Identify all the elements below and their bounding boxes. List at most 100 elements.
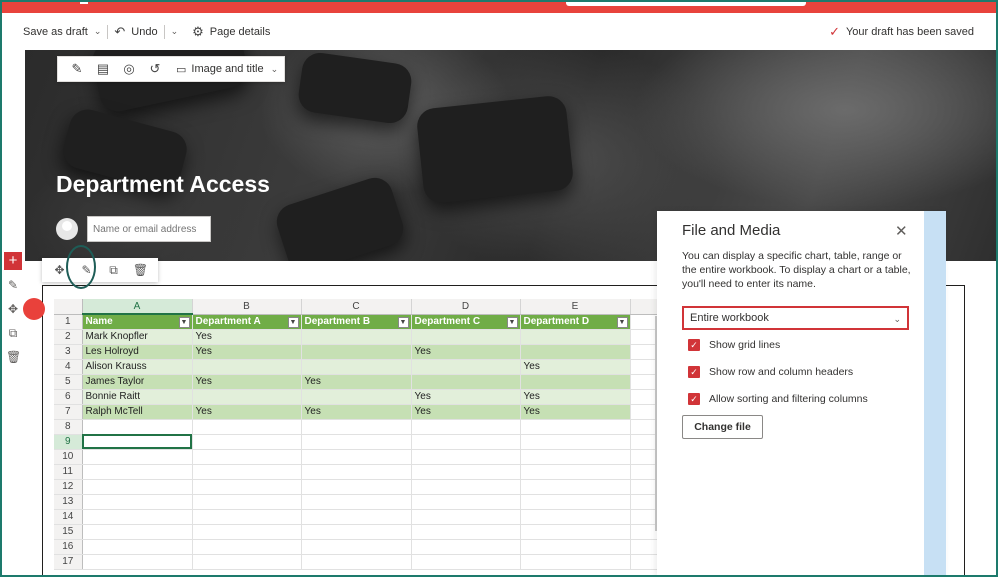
table-header-cell[interactable]: Name ▼ — [82, 314, 193, 330]
reset-icon[interactable]: ↺ — [142, 61, 168, 77]
filter-dropdown-icon[interactable]: ▼ — [506, 316, 518, 328]
cell[interactable] — [301, 494, 412, 510]
row-header[interactable]: 5 — [54, 374, 83, 390]
cell[interactable]: James Taylor — [82, 374, 193, 390]
table-header-cell[interactable]: Department A ▼ — [192, 314, 302, 330]
table-header-cell[interactable]: Department B ▼ — [301, 314, 412, 330]
active-cell[interactable] — [82, 434, 193, 450]
cell[interactable] — [411, 479, 521, 495]
edit-icon[interactable]: ✎ — [64, 61, 90, 77]
spreadsheet-grid[interactable]: A B C D E 1 Name ▼ Department A ▼ Departme… — [54, 299, 671, 570]
cell[interactable] — [520, 419, 631, 435]
cell[interactable] — [82, 509, 193, 525]
row-header[interactable]: 13 — [54, 494, 83, 510]
cell[interactable] — [411, 419, 521, 435]
cell[interactable]: Yes — [520, 389, 631, 405]
show-grid-lines-checkbox[interactable]: ✓ Show grid lines — [688, 339, 780, 351]
author-name-input[interactable] — [87, 216, 211, 242]
cell[interactable] — [82, 554, 193, 570]
cell[interactable] — [411, 509, 521, 525]
cell[interactable] — [520, 374, 631, 390]
cell[interactable]: Yes — [192, 329, 302, 345]
row-header[interactable]: 10 — [54, 449, 83, 465]
cell[interactable] — [520, 449, 631, 465]
cell[interactable]: Yes — [411, 389, 521, 405]
checkbox-checked-icon[interactable]: ✓ — [688, 393, 700, 405]
cell[interactable]: Yes — [192, 344, 302, 360]
cell[interactable] — [301, 509, 412, 525]
select-all-corner[interactable] — [54, 299, 83, 315]
row-header[interactable]: 11 — [54, 464, 83, 480]
cell[interactable] — [520, 434, 631, 450]
edit-section-icon[interactable]: ✎ — [6, 278, 20, 292]
checkbox-checked-icon[interactable]: ✓ — [688, 366, 700, 378]
table-header-cell[interactable]: Department D ▼ — [520, 314, 631, 330]
page-title[interactable]: Department Access — [56, 171, 270, 198]
cell[interactable]: Yes — [301, 374, 412, 390]
checkbox-checked-icon[interactable]: ✓ — [688, 339, 700, 351]
cell[interactable] — [411, 359, 521, 375]
row-header[interactable]: 15 — [54, 524, 83, 540]
cell[interactable]: Ralph McTell — [82, 404, 193, 420]
cell[interactable] — [520, 554, 631, 570]
cell[interactable] — [82, 494, 193, 510]
filter-dropdown-icon[interactable]: ▼ — [287, 316, 299, 328]
cell[interactable] — [301, 329, 412, 345]
cell[interactable] — [301, 464, 412, 480]
cell[interactable] — [192, 524, 302, 540]
cell[interactable] — [411, 554, 521, 570]
row-header[interactable]: 1 — [54, 314, 83, 330]
cell[interactable] — [192, 389, 302, 405]
cell[interactable]: Les Holroyd — [82, 344, 193, 360]
cell[interactable]: Yes — [192, 374, 302, 390]
row-header[interactable]: 7 — [54, 404, 83, 420]
cell[interactable] — [192, 554, 302, 570]
cell[interactable] — [411, 539, 521, 555]
focal-point-icon[interactable]: ◎ — [116, 61, 142, 77]
cell[interactable] — [301, 554, 412, 570]
change-image-icon[interactable]: ▤ — [90, 61, 116, 77]
change-file-button[interactable]: Change file — [682, 415, 763, 439]
cell[interactable]: Bonnie Raitt — [82, 389, 193, 405]
cell[interactable] — [520, 524, 631, 540]
cell[interactable] — [301, 359, 412, 375]
close-icon[interactable]: ✕ — [895, 222, 908, 240]
cell[interactable] — [82, 524, 193, 540]
cell[interactable] — [411, 524, 521, 540]
row-header[interactable]: 16 — [54, 539, 83, 555]
delete-icon[interactable]: 🗑 — [6, 350, 21, 364]
cell[interactable] — [520, 464, 631, 480]
cell[interactable]: Yes — [192, 404, 302, 420]
filter-dropdown-icon[interactable]: ▼ — [616, 316, 628, 328]
cell[interactable]: Yes — [411, 404, 521, 420]
cell[interactable] — [192, 539, 302, 555]
display-range-select[interactable]: Entire workbook ⌄ — [682, 306, 909, 330]
cell[interactable] — [301, 539, 412, 555]
cell[interactable] — [411, 329, 521, 345]
cell[interactable] — [301, 524, 412, 540]
cell[interactable] — [192, 494, 302, 510]
cell[interactable] — [520, 344, 631, 360]
chevron-down-icon[interactable]: ⌄ — [171, 26, 179, 37]
duplicate-icon[interactable]: ⧉ — [6, 326, 20, 341]
cell[interactable] — [520, 479, 631, 495]
cell[interactable] — [301, 344, 412, 360]
column-header-e[interactable]: E — [520, 299, 631, 315]
delete-icon[interactable]: 🗑 — [127, 263, 154, 277]
row-header[interactable]: 8 — [54, 419, 83, 435]
row-header[interactable]: 2 — [54, 329, 83, 345]
row-header[interactable]: 4 — [54, 359, 83, 375]
cell[interactable] — [82, 479, 193, 495]
cell[interactable] — [82, 539, 193, 555]
row-header[interactable]: 14 — [54, 509, 83, 525]
undo-button[interactable]: ↶ Undo — [114, 24, 157, 40]
row-header[interactable]: 17 — [54, 554, 83, 570]
cell[interactable] — [411, 464, 521, 480]
cell[interactable] — [82, 449, 193, 465]
cell[interactable] — [301, 479, 412, 495]
cell[interactable] — [520, 494, 631, 510]
cell[interactable] — [411, 449, 521, 465]
cell[interactable] — [192, 434, 302, 450]
cell[interactable] — [82, 419, 193, 435]
cell[interactable] — [520, 539, 631, 555]
